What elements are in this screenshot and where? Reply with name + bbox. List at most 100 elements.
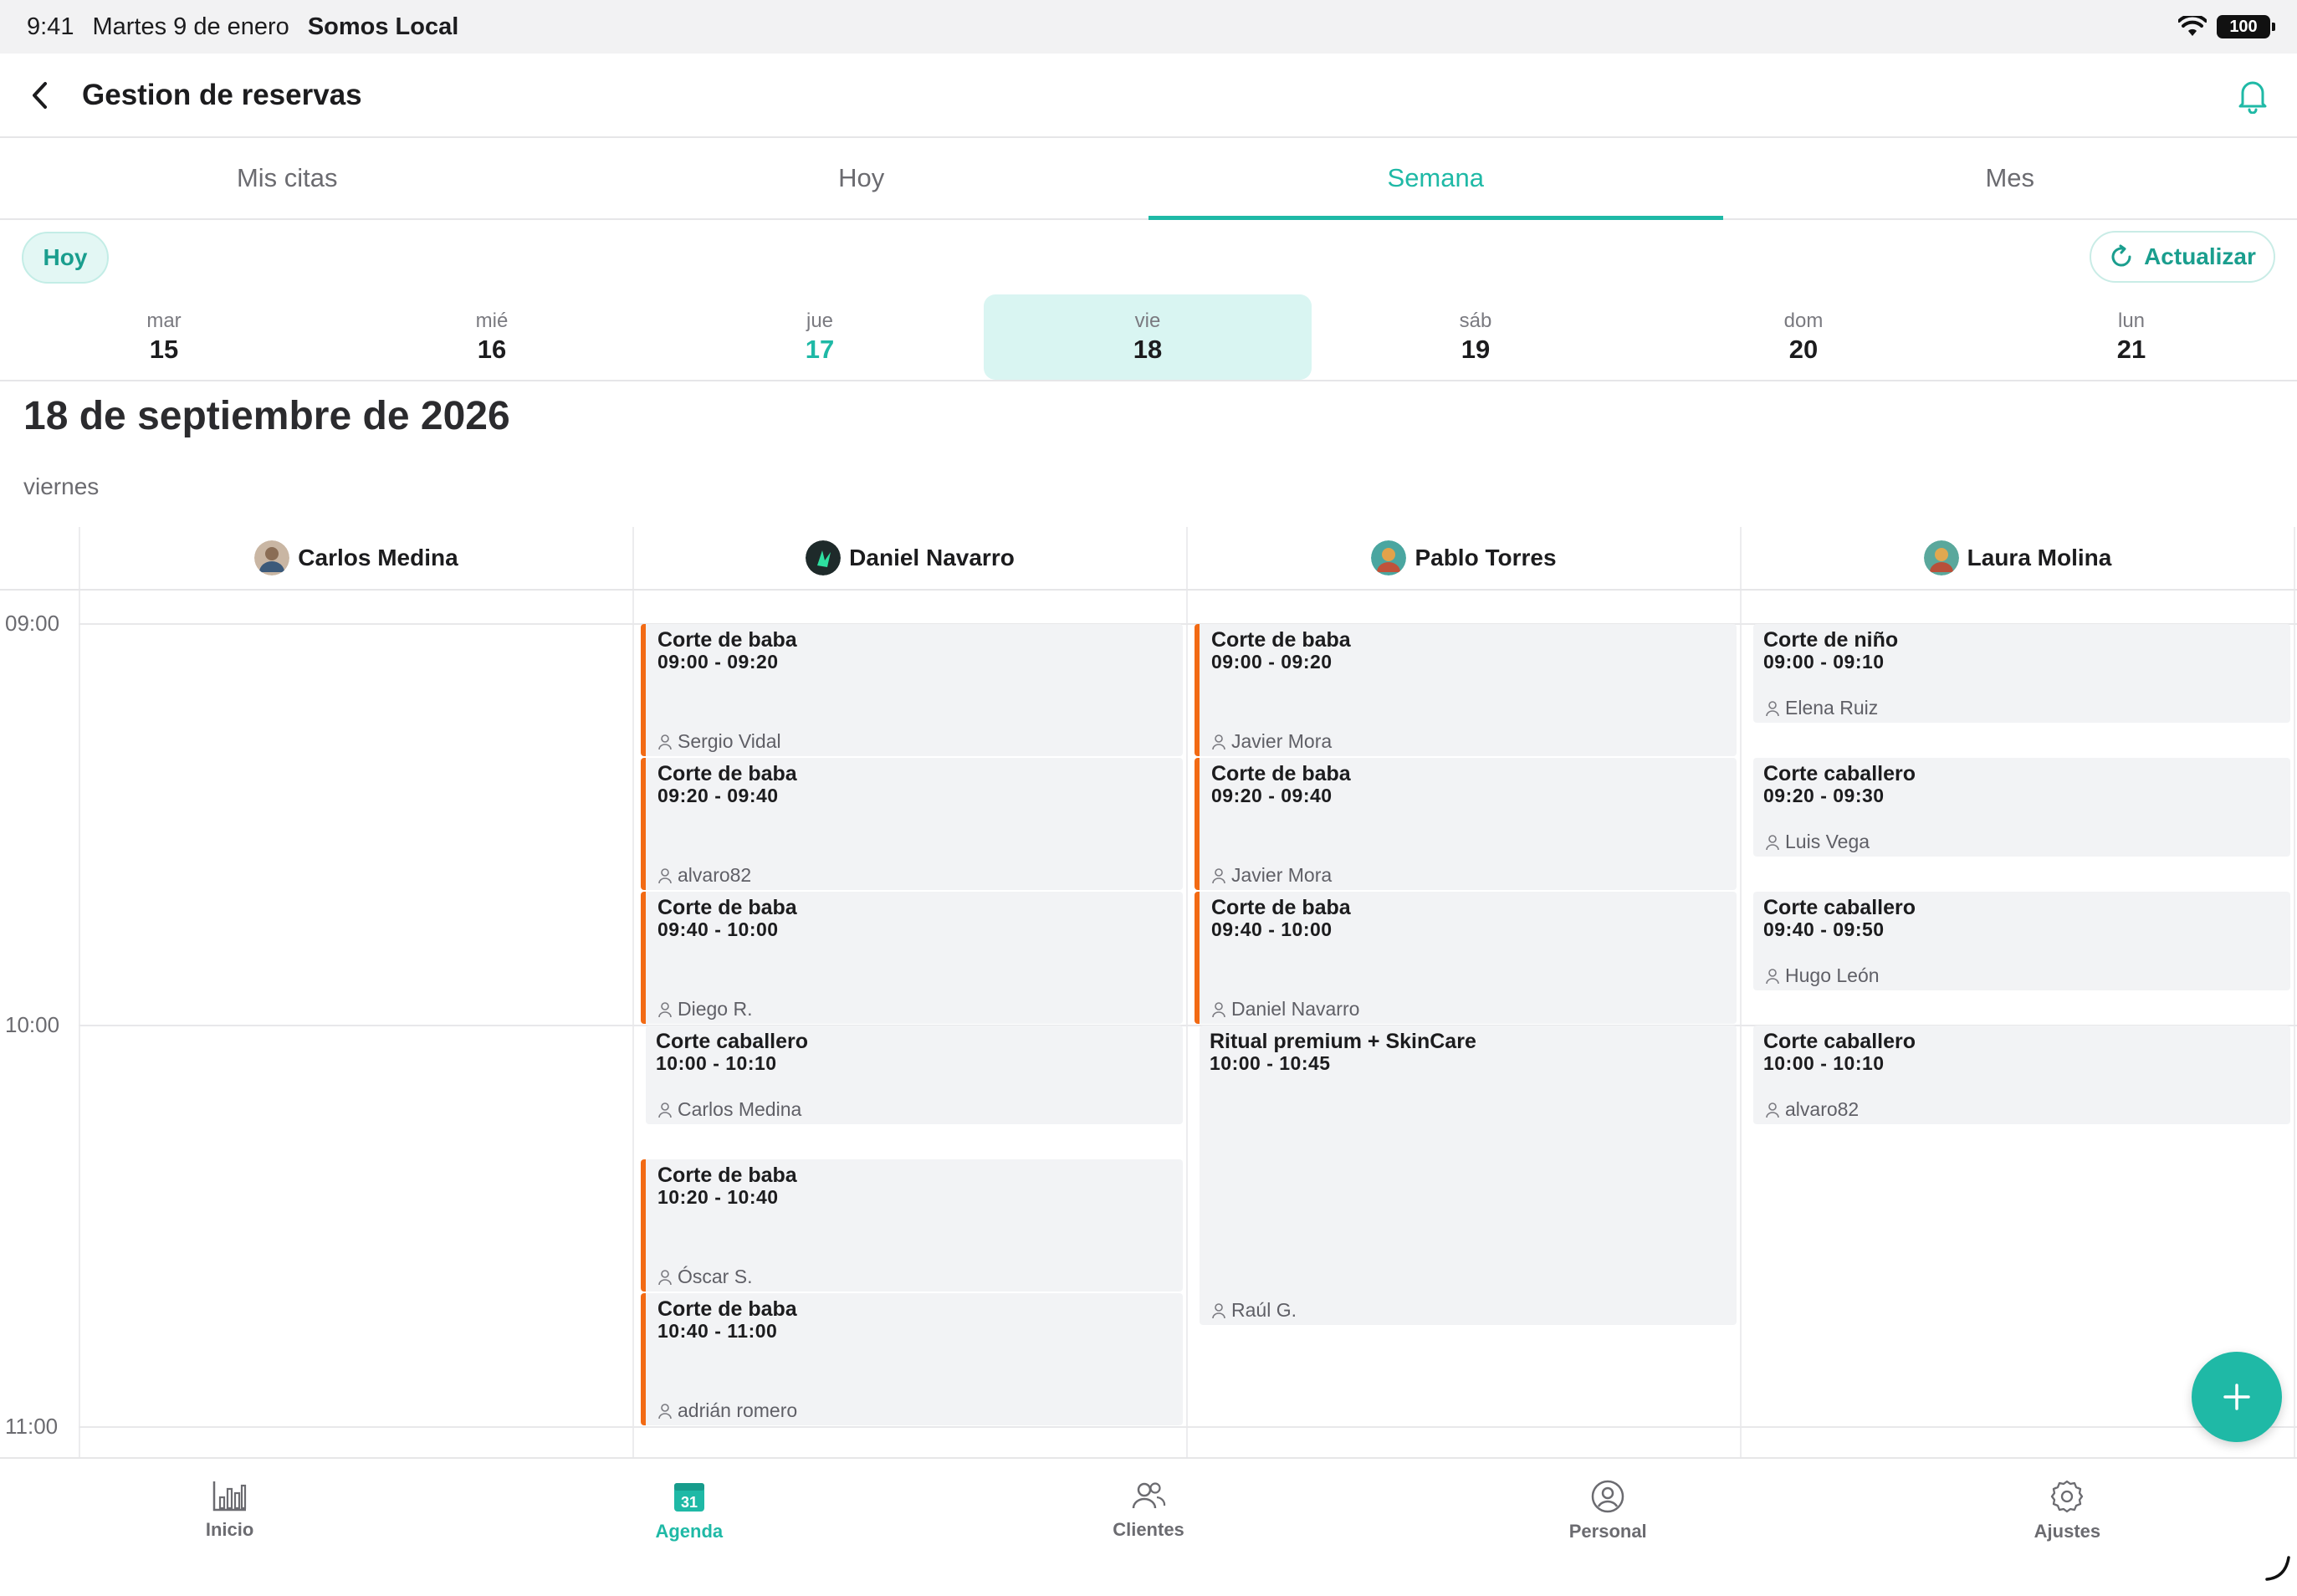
nav-label: Inicio [205,1519,254,1540]
tab-mis-citas[interactable]: Mis citas [0,138,575,218]
client-name: alvaro82 [1785,1098,1860,1120]
day-21[interactable]: lun 21 [1967,294,2295,380]
week-strip: mar 15 mié 16 jue 17 vie 18 sáb 19 dom 20 lun 2… [0,294,2297,380]
day-15[interactable]: mar 15 [0,294,328,380]
nav-clientes[interactable]: Clientes [918,1459,1378,1596]
appointment-card[interactable]: Corte de baba 09:40 - 10:00 Diego R. [641,892,1183,1024]
staff-header-pablo[interactable]: Pablo Torres [1188,527,1740,589]
staff-header-daniel[interactable]: Daniel Navarro [634,527,1186,589]
nav-label: Personal [1568,1521,1647,1542]
day-19[interactable]: sáb 19 [1312,294,1640,380]
refresh-icon [2111,244,2131,267]
divider [0,380,2297,381]
users-icon [1132,1482,1166,1509]
notifications-button[interactable] [2232,74,2274,116]
client-name: Raúl G. [1231,1299,1297,1321]
column-divider [79,527,80,1457]
appointment-card[interactable]: Ritual premium + SkinCare 10:00 - 10:45 … [1200,1026,1737,1325]
avatar [806,540,842,575]
person-icon [1766,1102,1779,1118]
appointment-card[interactable]: Corte de baba 09:40 - 10:00 Daniel Navar… [1195,892,1737,1024]
appointment-card[interactable]: Corte caballero 09:20 - 09:30 Luis Vega [1753,758,2290,857]
staff-header-carlos[interactable]: Carlos Medina [80,527,632,589]
status-bar: 9:41 Martes 9 de enero Somos Local 100 [0,0,2297,54]
status-date: Martes 9 de enero [92,13,289,40]
calendar-badge: 31 [681,1494,698,1511]
client-name: Elena Ruiz [1785,697,1879,719]
chevron-left-icon [33,81,47,109]
refresh-button[interactable]: Actualizar [2090,231,2275,283]
appointment-card[interactable]: Corte caballero 09:40 - 09:50 Hugo León [1753,892,2290,990]
person-icon [1212,867,1225,883]
calendar-icon: 31 [673,1483,704,1512]
gear-icon [2051,1480,2084,1513]
staff-name: Carlos Medina [298,545,458,570]
appointment-card[interactable]: Corte de baba 10:20 - 10:40 Óscar S. [641,1159,1183,1292]
client-name: Diego R. [678,998,753,1020]
nav-ajustes[interactable]: Ajustes [1838,1459,2297,1596]
selected-date-weekday: viernes [23,473,100,499]
bar-chart-icon [212,1481,246,1512]
column-divider [632,527,634,1457]
status-time: 9:41 [27,13,74,40]
staff-header-divider [0,589,2297,591]
hour-label: 10:00 [5,1012,60,1037]
hour-label: 09:00 [5,611,60,636]
staff-name: Daniel Navarro [849,545,1015,570]
day-20[interactable]: dom 20 [1640,294,1967,380]
appointment-card[interactable]: Corte de baba 10:40 - 11:00 adrián romer… [641,1293,1183,1425]
tab-semana[interactable]: Semana [1148,138,1723,220]
back-button[interactable] [23,79,57,112]
appointment-card[interactable]: Corte de baba 09:20 - 09:40 Javier Mora [1195,758,1737,890]
tab-hoy[interactable]: Hoy [575,138,1149,218]
nav-label: Clientes [1113,1519,1184,1540]
person-icon [1212,734,1225,749]
bell-icon [2238,81,2267,114]
refresh-label: Actualizar [2144,243,2256,269]
plus-icon [2223,1384,2250,1410]
nav-label: Agenda [655,1521,724,1542]
client-name: Daniel Navarro [1231,998,1360,1020]
staff-name: Laura Molina [1967,545,2112,570]
day-17[interactable]: jue 17 [656,294,984,380]
client-name: Carlos Medina [678,1098,802,1120]
battery-icon: 100 [2217,15,2275,38]
nav-inicio[interactable]: Inicio [0,1459,459,1596]
day-18[interactable]: vie 18 [984,294,1312,380]
day-16[interactable]: mié 16 [328,294,656,380]
day-schedule: Carlos Medina Daniel Navarro Pablo Torre… [0,527,2297,1457]
bottom-navigation: Inicio 31 Agenda Clientes Personal Ajust… [0,1457,2297,1596]
person-icon [658,867,672,883]
appointment-card[interactable]: Corte de baba 09:20 - 09:40 alvaro82 [641,758,1183,890]
client-name: Sergio Vidal [678,730,781,752]
nav-agenda[interactable]: 31 Agenda [459,1459,918,1596]
column-divider [2294,527,2295,1457]
avatar [1923,540,1959,575]
client-name: Luis Vega [1785,831,1870,852]
column-divider [1740,527,1742,1457]
person-icon [658,734,672,749]
person-icon [1212,1302,1225,1318]
add-appointment-button[interactable] [2192,1352,2282,1442]
person-icon [658,1102,672,1118]
user-circle-icon [1591,1480,1624,1513]
nav-personal[interactable]: Personal [1379,1459,1838,1596]
staff-name: Pablo Torres [1415,545,1557,570]
avatar [1371,540,1407,575]
appointment-card[interactable]: Corte caballero 10:00 - 10:10 Carlos Med… [646,1026,1183,1124]
appointment-card[interactable]: Corte de baba 09:00 - 09:20 Sergio Vidal [641,624,1183,756]
today-button[interactable]: Hoy [22,232,109,284]
app-header: Gestion de reservas [0,54,2297,138]
client-name: Óscar S. [678,1266,753,1287]
client-name: adrián romero [678,1399,798,1421]
appointment-card[interactable]: Corte de baba 09:00 - 09:20 Javier Mora [1195,624,1737,756]
appointment-card[interactable]: Corte de niño 09:00 - 09:10 Elena Ruiz [1753,624,2290,723]
page-title: Gestion de reservas [82,78,362,111]
appointment-card[interactable]: Corte caballero 10:00 - 10:10 alvaro82 [1753,1026,2290,1124]
staff-header-laura[interactable]: Laura Molina [1742,527,2294,589]
view-tabs: Mis citas Hoy Semana Mes [0,138,2297,220]
status-carrier: Somos Local [307,13,459,40]
tab-mes[interactable]: Mes [1723,138,2297,218]
client-name: alvaro82 [678,864,752,886]
person-icon [658,1269,672,1285]
